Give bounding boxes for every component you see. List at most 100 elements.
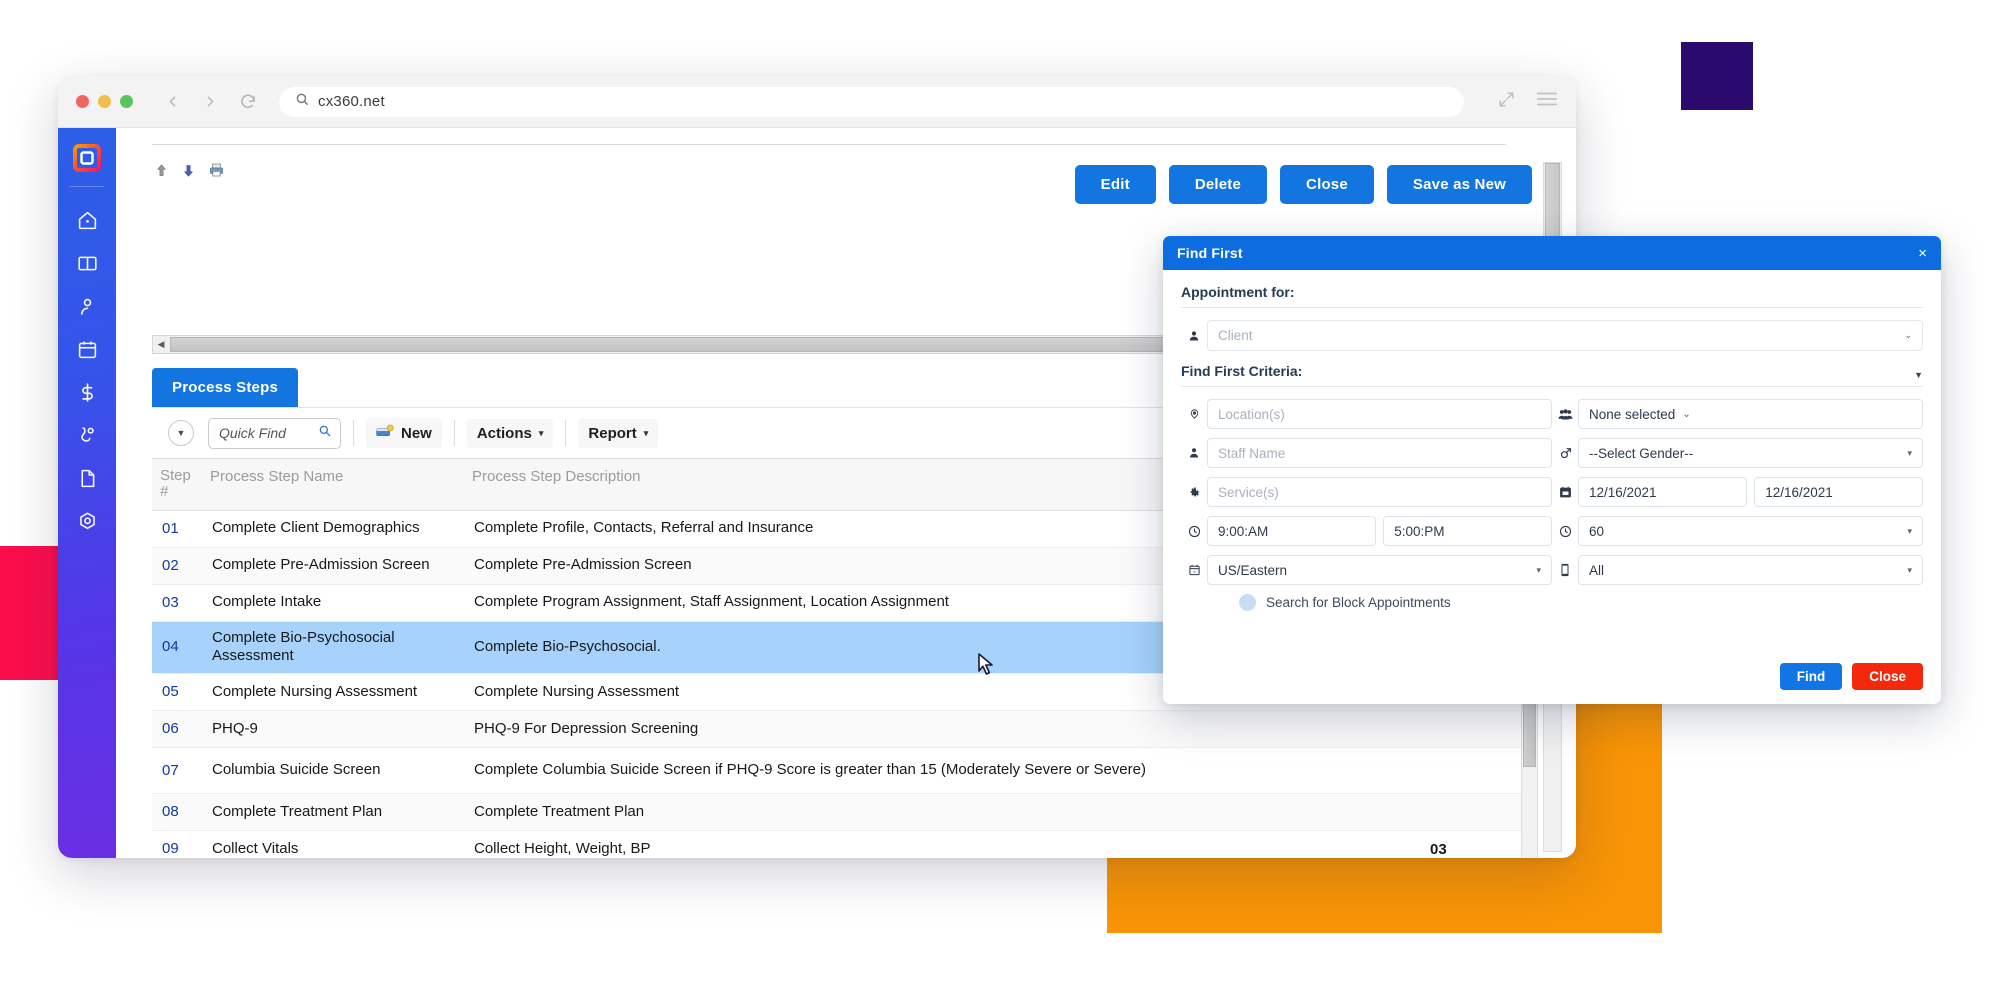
sidebar-item-settings[interactable] (65, 500, 109, 543)
chevron-down-icon-criteria[interactable]: ▼ (1914, 370, 1923, 380)
table-row[interactable]: 09Collect VitalsCollect Height, Weight, … (152, 831, 1534, 858)
group-select[interactable]: None selected ⌄ (1578, 399, 1923, 429)
person-icon (1181, 329, 1207, 343)
cell-number (1414, 722, 1534, 736)
hamburger-menu-icon[interactable] (1536, 90, 1558, 113)
gender-value: --Select Gender-- (1589, 446, 1693, 461)
block-appointments-row[interactable]: Search for Block Appointments (1239, 594, 1923, 611)
toolbar-divider-3 (565, 420, 566, 446)
cell-number: 03 (1414, 834, 1534, 859)
gender-male-icon (1552, 446, 1578, 460)
find-button[interactable]: Find (1780, 663, 1843, 690)
print-icon[interactable] (208, 162, 225, 183)
cell-number (1414, 764, 1534, 778)
actions-button-label: Actions (477, 425, 532, 442)
edit-button[interactable]: Edit (1075, 165, 1156, 204)
staff-name-input[interactable]: Staff Name (1207, 438, 1552, 468)
dropdown-caret-timezone: ▾ (1536, 565, 1541, 576)
save-as-new-button[interactable]: Save as New (1387, 165, 1532, 204)
table-row[interactable]: 08Complete Treatment PlanComplete Treatm… (152, 794, 1534, 831)
tab-process-steps[interactable]: Process Steps (152, 368, 298, 407)
sidebar-item-documents[interactable] (65, 457, 109, 500)
device-value: All (1589, 563, 1604, 578)
chevron-down-icon: ⌄ (1904, 330, 1912, 341)
time-to-input[interactable]: 5:00:PM (1383, 516, 1552, 546)
minimize-window-button[interactable] (98, 95, 111, 108)
date-to-input[interactable]: 12/16/2021 (1754, 477, 1923, 507)
cell-name: Collect Vitals (200, 833, 458, 858)
timezone-value: US/Eastern (1218, 563, 1287, 578)
report-button[interactable]: Report ▾ (578, 419, 658, 448)
quick-find-input[interactable]: Quick Find (208, 418, 341, 449)
block-appointments-toggle[interactable] (1239, 594, 1256, 611)
app-logo[interactable] (73, 144, 101, 172)
sidebar-item-clients[interactable] (65, 285, 109, 328)
criteria-row-5: × US/Eastern ▾ All ▾ (1181, 555, 1923, 585)
gear-icon (1181, 486, 1207, 499)
scrollbar-thumb[interactable] (1545, 163, 1560, 241)
client-select[interactable]: Client ⌄ (1207, 320, 1923, 351)
move-up-icon[interactable] (154, 163, 169, 183)
sidebar-item-billing[interactable] (65, 371, 109, 414)
close-icon[interactable]: × (1918, 246, 1927, 261)
sidebar-item-library[interactable] (65, 242, 109, 285)
cell-step: 08 (152, 797, 200, 827)
cell-step: 05 (152, 677, 200, 707)
chevron-down-circle-icon[interactable]: ▼ (168, 420, 194, 446)
actions-button[interactable]: Actions ▾ (467, 419, 554, 448)
reload-icon[interactable] (235, 89, 261, 115)
close-button[interactable]: Close (1280, 165, 1374, 204)
sidebar-item-home[interactable] (65, 199, 109, 242)
cell-name: Complete Pre-Admission Screen (200, 549, 458, 582)
map-pin-icon (1181, 407, 1207, 421)
criteria-row-2: Staff Name --Select Gender-- ▾ (1181, 438, 1923, 468)
address-bar[interactable]: cx360.net (279, 87, 1464, 117)
close-window-button[interactable] (76, 95, 89, 108)
cell-step: 01 (152, 514, 200, 544)
toolbar-rule (152, 144, 1506, 145)
calendar-alt-icon: × (1181, 563, 1207, 577)
table-row[interactable]: 07Columbia Suicide ScreenComplete Columb… (152, 748, 1534, 794)
svg-text:×: × (1193, 569, 1196, 574)
dropdown-caret-device: ▾ (1907, 565, 1912, 576)
mobile-device-icon (1552, 563, 1578, 577)
device-select[interactable]: All ▾ (1578, 555, 1923, 585)
section-rule-2 (1181, 386, 1923, 387)
client-row: Client ⌄ (1181, 320, 1923, 351)
sidebar-item-schedule[interactable] (65, 328, 109, 371)
dialog-close-button[interactable]: Close (1852, 663, 1923, 690)
maximize-window-button[interactable] (120, 95, 133, 108)
cell-step: 04 (152, 632, 200, 662)
chevron-right-icon[interactable] (197, 89, 223, 115)
report-button-label: Report (588, 425, 636, 442)
find-first-dialog: Find First × Appointment for: Client ⌄ (1163, 236, 1941, 704)
gender-select[interactable]: --Select Gender-- ▾ (1578, 438, 1923, 468)
timezone-select[interactable]: US/Eastern ▾ (1207, 555, 1552, 585)
decorative-navy-square (1681, 42, 1753, 110)
sidebar-item-calls[interactable] (65, 414, 109, 457)
dropdown-caret-gender: ▾ (1907, 448, 1912, 459)
group-people-icon (1552, 408, 1578, 421)
expand-icon[interactable] (1497, 90, 1516, 114)
magnifier-icon[interactable] (318, 424, 332, 443)
chevron-down-icon: ▾ (539, 428, 544, 439)
chevron-left-icon[interactable] (159, 89, 185, 115)
delete-button[interactable]: Delete (1169, 165, 1267, 204)
cell-step: 07 (152, 756, 200, 786)
time-from-input[interactable]: 9:00:AM (1207, 516, 1376, 546)
cell-name: Complete Bio-Psychosocial Assessment (200, 622, 458, 674)
services-input[interactable]: Service(s) (1207, 477, 1552, 507)
location-placeholder: Location(s) (1218, 407, 1285, 422)
duration-select[interactable]: 60 ▾ (1578, 516, 1923, 546)
scroll-left-arrow-icon[interactable]: ◀ (153, 339, 169, 350)
new-button[interactable]: New (366, 418, 442, 448)
location-input[interactable]: Location(s) (1207, 399, 1552, 429)
section-rule-1 (1181, 307, 1923, 308)
date-from-input[interactable]: 12/16/2021 (1578, 477, 1747, 507)
cell-description: Complete Treatment Plan (458, 796, 1414, 829)
criteria-header[interactable]: Find First Criteria: ▼ (1181, 363, 1923, 386)
dialog-title: Find First (1177, 245, 1243, 261)
table-row[interactable]: 06PHQ-9PHQ-9 For Depression Screening (152, 711, 1534, 748)
cell-description: Complete Columbia Suicide Screen if PHQ-… (458, 754, 1414, 787)
move-down-icon[interactable] (181, 163, 196, 183)
